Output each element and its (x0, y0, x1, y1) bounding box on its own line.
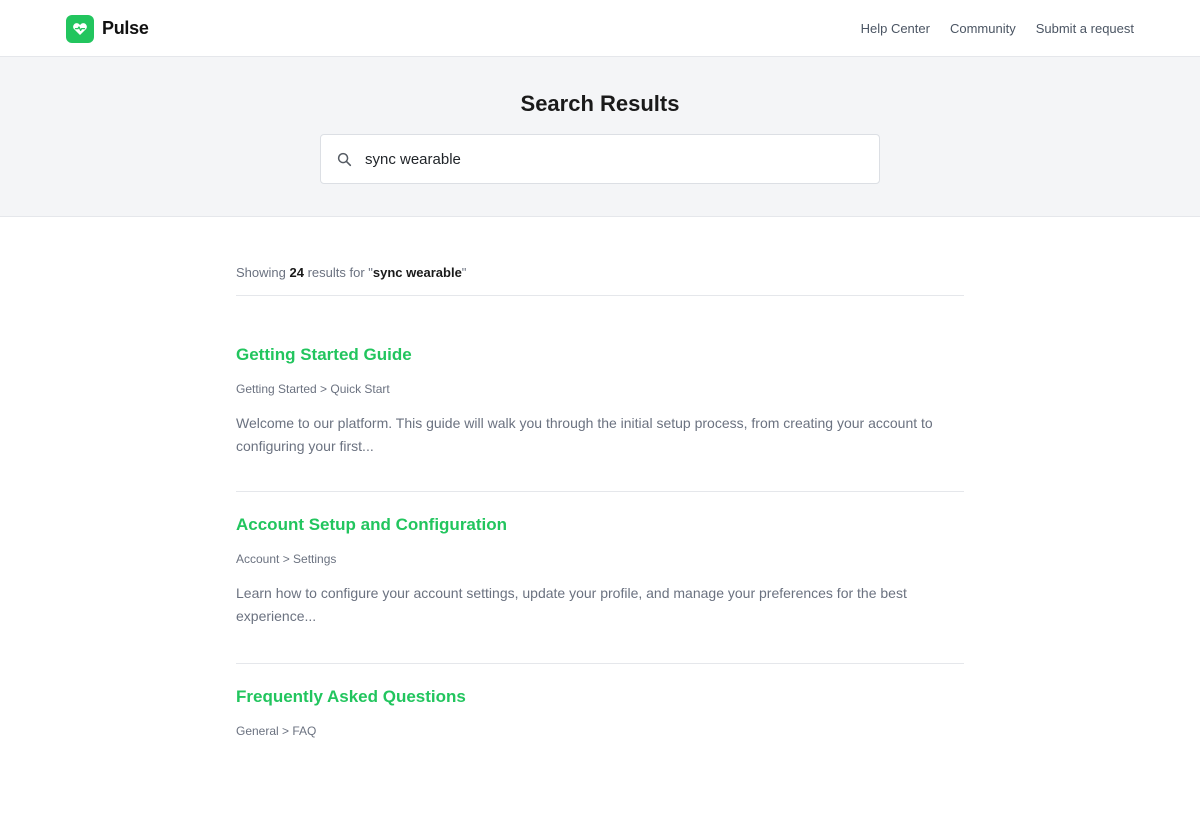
result-item: Account Setup and Configuration Account … (236, 492, 964, 664)
header-nav: Help Center Community Submit a request (841, 0, 1134, 56)
result-item: Frequently Asked Questions General > FAQ (236, 664, 964, 836)
result-breadcrumb: Getting Started > Quick Start (236, 382, 390, 396)
summary-suffix: " (461, 265, 467, 280)
result-title-link[interactable]: Frequently Asked Questions (236, 686, 466, 708)
search-icon (336, 151, 352, 167)
result-excerpt: Welcome to our platform. This guide will… (236, 415, 933, 454)
result-breadcrumb: General > FAQ (236, 724, 317, 738)
top-navigation: Pulse Help Center Community Submit a req… (0, 0, 1200, 57)
nav-link-submit-request[interactable]: Submit a request (1036, 21, 1134, 36)
results-summary: Showing 24 results for "sync wearable" (236, 264, 964, 296)
summary-prefix: Showing (236, 265, 286, 280)
result-title-link[interactable]: Getting Started Guide (236, 344, 412, 366)
results-count: 24 (289, 265, 304, 280)
search-input[interactable] (365, 136, 879, 182)
search-box[interactable] (320, 134, 880, 184)
brand-logo-link[interactable]: Pulse (66, 14, 149, 43)
nav-link-help-center[interactable]: Help Center (861, 21, 930, 36)
summary-query: sync wearable (372, 265, 462, 280)
result-title-link[interactable]: Account Setup and Configuration (236, 514, 507, 536)
nav-link-community[interactable]: Community (950, 21, 1016, 36)
search-results: Showing 24 results for "sync wearable" G… (236, 217, 964, 836)
brand-name: Pulse (102, 18, 149, 38)
heart-pulse-icon (66, 14, 94, 43)
result-breadcrumb: Account > Settings (236, 552, 337, 566)
summary-middle: results for " (307, 265, 373, 280)
page-title: Search Results (520, 91, 680, 116)
search-hero: Search Results (0, 57, 1200, 217)
result-excerpt: Learn how to configure your account sett… (236, 585, 907, 624)
result-item: Getting Started Guide Getting Started > … (236, 296, 964, 492)
